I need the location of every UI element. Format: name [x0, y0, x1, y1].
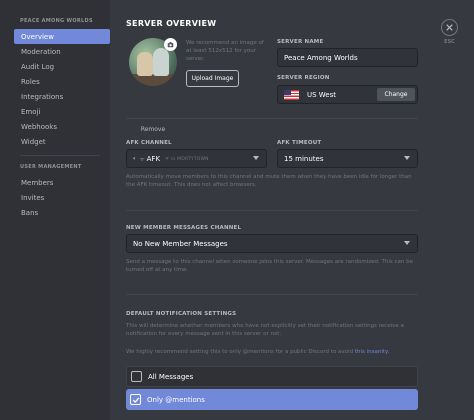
- new-member-description: Send a message to this channel when some…: [126, 259, 413, 273]
- speaker-icon: 🔈︎: [133, 154, 137, 162]
- close-icon: [446, 24, 453, 31]
- chevron-down-icon: [404, 241, 410, 245]
- section-divider: [126, 210, 418, 211]
- sidebar-item-audit-log[interactable]: Audit Log: [14, 59, 110, 74]
- server-icon-uploader[interactable]: Remove: [129, 38, 177, 133]
- section-divider: [126, 118, 418, 119]
- image-edit-icon[interactable]: [164, 38, 177, 51]
- notification-description: This will determine whether members who …: [126, 323, 404, 337]
- category-name: MORTYTOWN: [177, 156, 209, 162]
- esc-label: ESC: [444, 39, 455, 45]
- option-only-mentions[interactable]: Only @mentions: [126, 389, 418, 410]
- sidebar-item-members[interactable]: Members: [14, 175, 110, 190]
- server-name-label: SERVER NAME: [277, 39, 324, 45]
- checkbox-checked-icon: [130, 394, 141, 405]
- option-all-messages[interactable]: All Messages: [126, 366, 418, 387]
- checkbox-unchecked-icon: [131, 371, 142, 382]
- afk-channel-label: AFK CHANNEL: [126, 140, 172, 146]
- option-only-mentions-label: Only @mentions: [147, 395, 205, 404]
- sidebar: PEACE AMONG WORLDS Overview Moderation A…: [0, 0, 110, 420]
- new-member-channel-select[interactable]: No New Member Messages: [126, 234, 418, 253]
- sidebar-item-bans[interactable]: Bans: [14, 205, 110, 220]
- voice-channel-icon: ᯤ in: [165, 156, 178, 162]
- chevron-down-icon: [404, 156, 410, 160]
- afk-channel-name: AFK: [146, 154, 161, 163]
- server-region-label: SERVER REGION: [277, 75, 330, 81]
- afk-channel-category: ᯤ in MORTYTOWN: [165, 156, 209, 162]
- sidebar-item-widget[interactable]: Widget: [14, 134, 110, 149]
- sidebar-item-webhooks[interactable]: Webhooks: [14, 119, 110, 134]
- server-name-header: PEACE AMONG WORLDS: [20, 18, 93, 24]
- afk-channel-value: 🔈︎ ᯤ AFK ᯤ in MORTYTOWN: [133, 155, 209, 163]
- afk-description: Automatically move members to this chann…: [126, 174, 412, 188]
- afk-timeout-label: AFK TIMEOUT: [277, 140, 322, 146]
- notification-recommendation: We highly recommend setting this to only…: [126, 348, 418, 356]
- region-value: US West: [307, 90, 337, 99]
- checkmark-icon: [132, 396, 139, 403]
- option-all-messages-label: All Messages: [148, 372, 194, 381]
- remove-icon-link[interactable]: Remove: [129, 126, 177, 133]
- notification-settings-label: DEFAULT NOTIFICATION SETTINGS: [126, 311, 237, 317]
- sidebar-item-moderation[interactable]: Moderation: [14, 44, 110, 59]
- user-management-header: USER MANAGEMENT: [20, 164, 82, 170]
- sidebar-divider: [20, 155, 100, 156]
- settings-content: SERVER OVERVIEW ESC Remove We recommend …: [110, 0, 474, 420]
- new-member-channel-value: No New Member Messages: [133, 239, 228, 248]
- us-flag-icon: [284, 89, 299, 100]
- insanity-link[interactable]: this insanity.: [355, 349, 389, 355]
- server-name-input[interactable]: Peace Among Worlds: [277, 48, 418, 67]
- chevron-down-icon: [253, 156, 259, 160]
- sidebar-item-overview[interactable]: Overview: [14, 29, 110, 44]
- sidebar-item-integrations[interactable]: Integrations: [14, 89, 110, 104]
- recommendation-text: We highly recommend setting this to only…: [126, 349, 354, 355]
- new-member-channel-label: NEW MEMBER MESSAGES CHANNEL: [126, 225, 242, 231]
- camera-icon: [167, 42, 174, 48]
- afk-channel-select[interactable]: 🔈︎ ᯤ AFK ᯤ in MORTYTOWN: [126, 149, 267, 168]
- page-title: SERVER OVERVIEW: [126, 19, 217, 28]
- sidebar-item-invites[interactable]: Invites: [14, 190, 110, 205]
- upload-image-button[interactable]: Upload Image: [186, 70, 239, 87]
- icon-size-hint: We recommend an image of at least 512x51…: [186, 40, 264, 62]
- sidebar-item-emoji[interactable]: Emoji: [14, 104, 110, 119]
- close-button[interactable]: [441, 19, 458, 36]
- afk-timeout-value: 15 minutes: [284, 154, 324, 163]
- server-region-select[interactable]: US West Change: [277, 85, 418, 104]
- afk-timeout-select[interactable]: 15 minutes: [277, 149, 418, 168]
- voice-channel-icon: ᯤ: [139, 156, 145, 163]
- change-region-button[interactable]: Change: [377, 88, 415, 101]
- sidebar-item-roles[interactable]: Roles: [14, 74, 110, 89]
- section-divider: [126, 294, 418, 295]
